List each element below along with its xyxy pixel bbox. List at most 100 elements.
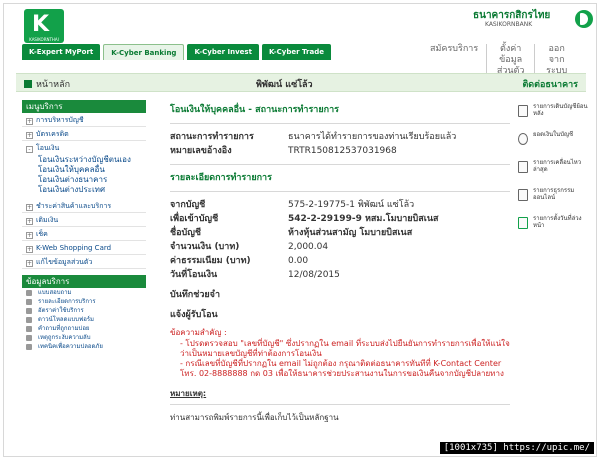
expand-icon: + [26, 232, 33, 239]
home-label: หน้าหลัก [36, 80, 71, 90]
date-value: 12/08/2015 [288, 270, 340, 280]
tool-scheduled[interactable]: รายการตั้งวันที่ล่วงหน้า [516, 213, 596, 241]
tool-statement-history[interactable]: รายการเดินบัญชีย้อนหลัง [516, 101, 596, 129]
activity-icon [518, 161, 528, 173]
tool-label: รายการเดินบัญชีย้อนหลัง [533, 103, 588, 117]
info-link-security[interactable]: เทคนิคเพื่อความปลอดภัย [22, 342, 146, 351]
info-link-label: อัตราค่าใช้บริการ [38, 307, 84, 314]
details-icon [26, 299, 32, 305]
tab-k-expert[interactable]: K-Expert MyPort [22, 44, 101, 60]
status-row: สถานะการทำรายการ ธนาคารได้ทำรายการของท่าน… [170, 130, 510, 144]
bank-name-english: KASIKORNBANK [485, 21, 533, 28]
transactions-icon [518, 189, 528, 201]
sidebar-item-cheque[interactable]: + เช็ค [22, 227, 146, 241]
home-icon [24, 80, 32, 88]
amount-value: 2,000.04 [288, 242, 329, 252]
kbank-emblem-icon [575, 10, 593, 28]
expand-icon: + [26, 246, 33, 253]
info-link-label: คำถามที่ถูกถามบ่อย [38, 325, 90, 332]
product-tabs: K-Expert MyPort K-Cyber Banking K-Cyber … [22, 44, 331, 60]
info-link-forms[interactable]: ดาวน์โหลดแบบฟอร์ม [22, 315, 146, 324]
amount-row: จำนวนเงิน (บาท) 2,000.04 [170, 240, 510, 254]
notice-title: ข้อความสำคัญ : [170, 328, 227, 337]
info-link-label: แบบสอบถาม [38, 289, 72, 296]
sidebar: เมนูบริการ + การบริหารบัญชี + บัตรเครดิต -… [22, 100, 146, 351]
page-title: โอนเงินให้บุคคลอื่น - สถานะการทำรายการ [170, 105, 339, 115]
tool-label: รายการตั้งวันที่ล่วงหน้า [533, 215, 582, 229]
info-link-faq[interactable]: คำถามที่ถูกถามบ่อย [22, 324, 146, 333]
faq-icon [26, 326, 32, 332]
tool-label: รายการธุรกรรมออนไลน์ [533, 187, 575, 201]
money-bag-icon [518, 133, 528, 145]
quick-tools: รายการเดินบัญชีย้อนหลัง ยอดเงินในบัญชี ร… [516, 101, 596, 241]
amount-label: จำนวนเงิน (บาท) [170, 242, 240, 252]
sidebar-item-label: แก้ไขข้อมูลส่วนตัว [36, 258, 93, 266]
from-account-row: จากบัญชี 575-2-19775-1 พิพัฒน์ แซ่โล้ว [170, 198, 510, 212]
fee-row: ค่าธรรมเนียม (บาท) 0.00 [170, 254, 510, 268]
sidebar-item-account-management[interactable]: + การบริหารบัญชี [22, 113, 146, 127]
sidebar-item-label: K-Web Shopping Card [36, 244, 112, 252]
sidebar-item-label: เช็ค [36, 230, 48, 238]
collapse-icon: - [26, 146, 33, 153]
image-size-watermark: [1001x735] https://upic.me/ [439, 442, 594, 454]
info-link-service-details[interactable]: รายละเอียดการบริการ [22, 297, 146, 306]
fee-value: 0.00 [288, 256, 309, 266]
kasikorn-logo[interactable]: K KASIKORNTHAI [24, 9, 64, 43]
tab-k-cyber-invest[interactable]: K-Cyber Invest [187, 44, 259, 60]
to-account-row: เพื่อเข้าบัญชี 542-2-29199-9 หสม.โมบายบิส… [170, 212, 510, 226]
tool-label: รายการเคลื่อนไหวล่าสุด [533, 159, 582, 173]
tool-online-transactions[interactable]: รายการธุรกรรมออนไลน์ [516, 185, 596, 213]
calendar-icon [518, 217, 528, 229]
sidebar-subitem-own-account[interactable]: โอนเงินระหว่างบัญชีตนเอง [22, 155, 146, 165]
sidebar-subitem-other-bank[interactable]: โอนเงินต่างธนาคาร [22, 175, 146, 185]
notice-item-2: - กรณีเลขที่บัญชีที่ปรากฏใน email ไม่ถูก… [180, 359, 504, 378]
account-name-label: ชื่อบัญชี [170, 228, 202, 238]
notice-item-1: - โปรดตรวจสอบ "เลขที่บัญชี" ซึ่งปรากฏใน … [180, 339, 510, 358]
info-link-suspension[interactable]: เหตุถูกระงับความลับ [22, 333, 146, 342]
from-account-value: 575-2-19775-1 พิพัฒน์ แซ่โล้ว [288, 200, 415, 210]
lock-icon [26, 344, 32, 350]
logo-caption: KASIKORNTHAI [29, 37, 59, 42]
account-name-row: ชื่อบัญชี ห้างหุ้นส่วนสามัญ โมบายบิสเนส [170, 226, 510, 240]
expand-icon: + [26, 204, 33, 211]
sidebar-item-credit-card[interactable]: + บัตรเครดิต [22, 127, 146, 141]
home-link[interactable]: หน้าหลัก [24, 77, 70, 91]
info-link-fees[interactable]: อัตราค่าใช้บริการ [22, 306, 146, 315]
logo-letter: K [32, 12, 50, 37]
sidebar-subitem-other-person[interactable]: โอนเงินให้บุคคลอื่น [22, 165, 146, 175]
sidebar-item-label: โอนเงิน [36, 144, 60, 152]
tab-k-cyber-trade[interactable]: K-Cyber Trade [261, 44, 331, 60]
reference-row: หมายเลขอ้างอิง TRTR150812537031968 [170, 144, 510, 158]
contact-bank-link[interactable]: ติดต่อธนาคาร [522, 77, 578, 91]
sidebar-item-label: บัตรเครดิต [36, 130, 69, 138]
notify-row: แจ้งผู้รับโอน [170, 308, 510, 322]
menu-title: เมนูบริการ [22, 100, 146, 113]
expand-icon: + [26, 218, 33, 225]
reference-label: หมายเลขอ้างอิง [170, 146, 232, 156]
session-bar: หน้าหลัก พิพัฒน์ แซ่โล้ว ติดต่อธนาคาร [16, 73, 586, 92]
download-icon [26, 317, 32, 323]
tool-balance[interactable]: ยอดเงินในบัญชี [516, 129, 596, 157]
date-row: วันที่โอนเงิน 12/08/2015 [170, 268, 510, 282]
sidebar-item-shopping-card[interactable]: + K-Web Shopping Card [22, 241, 146, 255]
notify-recipient-label: แจ้งผู้รับโอน [170, 310, 218, 320]
expand-icon: + [26, 118, 33, 125]
status-label: สถานะการทำรายการ [170, 132, 254, 142]
details-title: รายละเอียดการทำรายการ [170, 173, 272, 183]
to-account-value: 542-2-29199-9 หสม.โมบายบิสเนส [288, 214, 439, 224]
sidebar-item-edit-profile[interactable]: + แก้ไขข้อมูลส่วนตัว [22, 255, 146, 269]
info-link-survey[interactable]: แบบสอบถาม [22, 288, 146, 297]
sidebar-item-bill-payment[interactable]: + ชำระค่าสินค้าและบริการ [22, 199, 146, 213]
sidebar-item-top-up[interactable]: + เติมเงิน [22, 213, 146, 227]
user-name: พิพัฒน์ แซ่โล้ว [256, 80, 313, 90]
browser-page: K KASIKORNTHAI K-Expert MyPort K-Cyber B… [3, 3, 597, 457]
to-account-label: เพื่อเข้าบัญชี [170, 214, 219, 224]
sidebar-subitem-international[interactable]: โอนเงินต่างประเทศ [22, 185, 146, 195]
info-link-label: รายละเอียดการบริการ [38, 298, 96, 305]
sidebar-item-transfer[interactable]: - โอนเงิน [22, 141, 146, 155]
fees-icon [26, 308, 32, 314]
header: K KASIKORNTHAI K-Expert MyPort K-Cyber B… [4, 4, 596, 77]
account-name-value: ห้างหุ้นส่วนสามัญ โมบายบิสเนส [288, 228, 413, 238]
tab-k-cyber-banking[interactable]: K-Cyber Banking [103, 44, 185, 60]
tool-recent-activity[interactable]: รายการเคลื่อนไหวล่าสุด [516, 157, 596, 185]
